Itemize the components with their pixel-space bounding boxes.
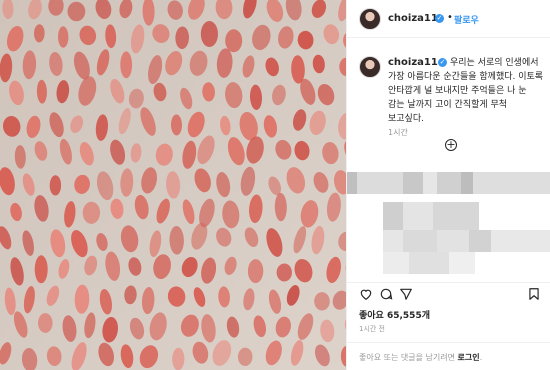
caption-text-wrapper: 우리는 서로의 인생에서 가장 아름다운 순간들을 함께했다. 이토록 안타깝게…	[388, 56, 544, 126]
post-photo[interactable]	[0, 0, 346, 370]
header-username[interactable]: choiza11	[388, 13, 438, 24]
paint-stroke	[34, 255, 48, 284]
plus-circle-icon[interactable]: +	[445, 139, 457, 151]
instagram-post-screenshot: choiza11 ✓ • 팔로우 choiza11 ✓ 우리는 서로의 인생에서…	[0, 0, 550, 370]
avatar[interactable]	[359, 8, 381, 30]
abstract-paint-image	[0, 0, 346, 370]
post-header: choiza11 ✓ • 팔로우	[347, 0, 550, 38]
paint-stroke	[225, 29, 243, 53]
comment-prompt: 좋아요 또는 댓글을 남기려면	[359, 353, 455, 362]
header-separator: •	[447, 12, 453, 23]
comment-suffix: .	[479, 353, 483, 362]
share-icon[interactable]	[399, 287, 413, 301]
login-link[interactable]: 로그인	[458, 353, 480, 362]
heart-icon[interactable]	[359, 287, 373, 301]
likes-count[interactable]: 좋아요 65,555개	[359, 308, 430, 321]
avatar[interactable]	[359, 56, 381, 78]
comment-login-bar: 좋아요 또는 댓글을 남기려면 로그인.	[347, 342, 550, 370]
caption-time: 1시간	[388, 128, 408, 137]
verified-badge-icon: ✓	[435, 14, 444, 23]
post-time: 1시간 전	[359, 325, 385, 333]
caption-text: 우리는 서로의 인생에서 가장 아름다운 순간들을 함께했다. 이토록 안타깝게…	[388, 58, 544, 124]
paint-stroke	[200, 21, 218, 47]
comment-icon[interactable]	[379, 287, 393, 301]
post-side-panel: choiza11 ✓ • 팔로우 choiza11 ✓ 우리는 서로의 인생에서…	[346, 0, 550, 370]
follow-button[interactable]: 팔로우	[454, 13, 479, 26]
post-actions	[347, 282, 550, 304]
bookmark-icon[interactable]	[527, 287, 541, 301]
paint-stroke	[37, 313, 53, 333]
